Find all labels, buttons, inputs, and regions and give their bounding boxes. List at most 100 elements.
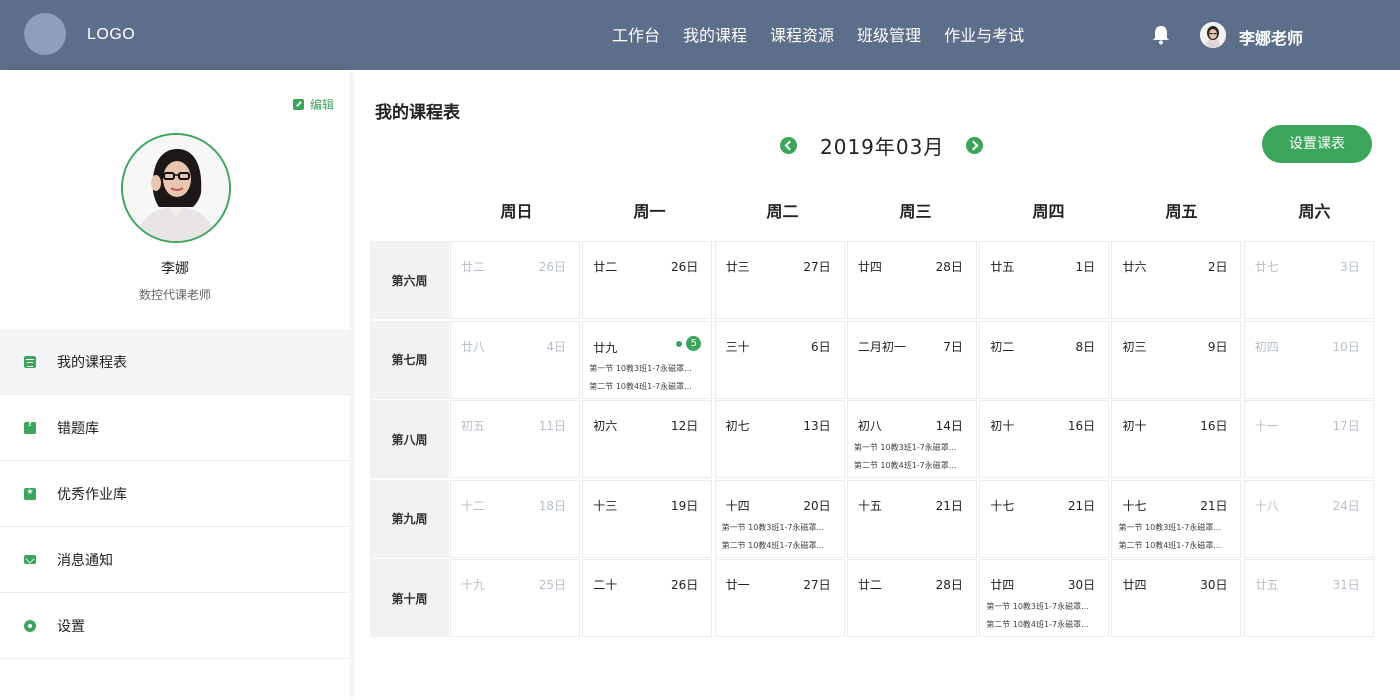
calendar-day-cell[interactable]: 廿二 28日 [846,559,977,637]
calendar-day-cell[interactable]: 廿九 5 第一节 10教3班1-7永磁罩... 第二节 10教4班1-7永磁罩... [582,320,713,399]
sidebar-item-settings[interactable]: 设置 [0,593,350,659]
lunar-date: 十七 [1122,498,1147,513]
next-month-button[interactable] [966,137,984,154]
calendar-day-cell[interactable]: 廿五 1日 [979,241,1110,319]
solar-date: 14日 [935,419,963,433]
solar-date: 4日 [546,339,566,354]
bell-icon[interactable] [1152,25,1170,45]
calendar-day-cell[interactable]: 初十 16日 [979,400,1110,478]
calendar-day-cell[interactable]: 十四 20日 第一节 10教3班1-7永磁罩... 第二节 10教4班1-7永磁罩..… [714,479,845,558]
solar-date: 27日 [803,260,831,274]
calendar-day-cell[interactable]: 二十 26日 [582,559,713,637]
calendar-day-cell[interactable]: 十七 21日 [979,479,1110,558]
solar-date: 21日 [1067,498,1096,513]
calendar-day-cell[interactable]: 三十 6日 [714,320,845,399]
calendar-day-cell[interactable]: 廿三 27日 [714,241,845,319]
solar-date: 21日 [1200,498,1228,513]
calendar-day-cell[interactable]: 初四 10日 [1243,320,1374,399]
solar-date: 19日 [671,498,699,513]
lunar-date: 十九 [461,578,486,592]
calendar-day-cell[interactable]: 廿一 27日 [714,559,845,637]
nav-item-course-resources[interactable]: 课程资源 [768,25,836,47]
nav-item-workbench[interactable]: 工作台 [610,25,662,47]
star-folder-icon [24,487,36,500]
lesson-entry[interactable]: 第二节 10教4班1-7永磁罩... [854,460,974,471]
calendar-day-cell[interactable]: 廿四 30日 [1111,559,1242,637]
lesson-entry[interactable]: 第二节 10教4班1-7永磁罩... [722,540,842,551]
lunar-date: 廿四 [990,578,1015,592]
page-title: 我的课程表 [375,103,460,123]
lesson-entry[interactable]: 第一节 10教3班1-7永磁罩... [722,522,842,533]
lesson-entry[interactable]: 第二节 10教4班1-7永磁罩... [589,381,709,392]
sidebar-item-messages[interactable]: 消息通知 [0,527,350,593]
calendar-day-cell[interactable]: 初五 11日 [450,400,580,478]
calendar-day-cell[interactable]: 初三 9日 [1111,320,1242,399]
nav-item-my-courses[interactable]: 我的课程 [681,25,749,47]
weekday-monday: 周一 [633,202,666,221]
calendar-day-cell[interactable]: 二月初一 7日 [846,320,977,399]
lunar-date: 初四 [1254,339,1279,354]
calendar-day-cell[interactable]: 十五 21日 [846,479,977,558]
lesson-entry[interactable]: 第二节 10教4班1-7永磁罩... [986,619,1106,630]
set-schedule-button[interactable]: 设置课表 [1262,125,1372,163]
calendar-week-row: 第八周 初五 11日 初六 12日 初七 13日 初八 14日 第一节 10教3班1-7永磁罩..… [370,400,1375,480]
lunar-date: 初六 [593,419,618,433]
solar-date: 11日 [538,419,566,433]
week-label: 第七周 [370,320,449,399]
current-month: 2019年03月 [820,135,945,159]
lesson-entry[interactable]: 第一节 10教3班1-7永磁罩... [1118,522,1238,533]
calendar-day-cell[interactable]: 十二 18日 [450,479,580,558]
user-avatar[interactable] [1200,22,1226,48]
calendar-day-cell[interactable]: 初七 13日 [714,400,845,478]
calendar-day-cell[interactable]: 十八 24日 [1243,479,1374,558]
calendar-day-cell[interactable]: 廿六 2日 [1111,241,1242,319]
lunar-date: 十三 [593,498,618,513]
calendar-day-cell[interactable]: 初十 16日 [1111,400,1242,478]
solar-date: 27日 [803,578,831,592]
calendar-day-cell[interactable]: 廿二 26日 [582,241,713,319]
calendar-day-cell[interactable]: 廿七 3日 [1243,241,1374,319]
calendar-week-row: 第六周 廿二 26日 廿二 26日 廿三 27日 廿四 28日 廿五 1日 廿六 2日 廿七 3日 [370,241,1375,321]
calendar-day-cell[interactable]: 初八 14日 第一节 10教3班1-7永磁罩... 第二节 10教4班1-7永磁罩..… [846,400,977,478]
solar-date: 26日 [538,260,566,274]
mail-icon [24,555,36,564]
lesson-entry[interactable]: 第一节 10教3班1-7永磁罩... [589,363,709,374]
lesson-entry[interactable]: 第一节 10教3班1-7永磁罩... [986,601,1106,612]
edit-profile-link[interactable]: 编辑 [293,96,334,113]
nav-item-homework-exams[interactable]: 作业与考试 [942,25,1026,47]
calendar-day-cell[interactable]: 初六 12日 [582,400,713,478]
sidebar-item-excellent-homework[interactable]: 优秀作业库 [0,461,350,527]
lunar-date: 初七 [725,419,750,433]
week-label: 第六周 [370,241,449,319]
calendar-day-cell[interactable]: 廿二 26日 [450,241,580,319]
solar-date: 28日 [935,260,963,274]
nav-item-class-management[interactable]: 班级管理 [855,25,923,47]
profile-role: 数控代课老师 [138,288,211,302]
calendar-day-cell[interactable]: 廿八 4日 [450,320,580,399]
lesson-entry[interactable]: 第二节 10教4班1-7永磁罩... [1118,540,1238,551]
calendar-day-cell[interactable]: 廿四 30日第一节 10教3班1-7永磁罩... 第二节 10教4班1-7永磁罩..… [979,559,1110,637]
solar-date: 28日 [935,578,963,592]
solar-date: 30日 [1067,578,1096,592]
prev-month-button[interactable] [780,137,797,154]
user-name[interactable]: 李娜老师 [1239,25,1303,49]
sidebar-item-my-schedule[interactable]: 我的课程表 [0,329,350,395]
week-label: 第九周 [370,479,449,558]
sidebar-item-wrong-questions[interactable]: 错题库 [0,395,350,461]
solar-date: 16日 [1200,419,1228,433]
calendar-day-cell[interactable]: 十七 21日第一节 10教3班1-7永磁罩... 第二节 10教4班1-7永磁罩..… [1111,479,1242,558]
edit-label: 编辑 [310,98,335,112]
weekday-sunday: 周日 [500,202,533,221]
lunar-date: 廿五 [1254,578,1279,592]
weekday-header: 周日 周一 周二 周三 周四 周五 周六 [450,198,1381,222]
solar-date: 10日 [1332,339,1360,354]
calendar-day-cell[interactable]: 廿四 28日 [846,241,977,319]
calendar-day-cell[interactable]: 廿五 31日 [1243,559,1374,637]
calendar-day-cell[interactable]: 十三 19日 [582,479,713,558]
lesson-entry[interactable]: 第一节 10教3班1-7永磁罩... [854,442,974,453]
calendar-day-cell[interactable]: 初二 8日 [979,320,1110,399]
calendar-day-cell[interactable]: 十九 25日 [450,559,580,637]
lunar-date: 初五 [461,419,486,433]
question-book-icon [24,419,36,434]
calendar-day-cell[interactable]: 十一 17日 [1243,400,1374,478]
